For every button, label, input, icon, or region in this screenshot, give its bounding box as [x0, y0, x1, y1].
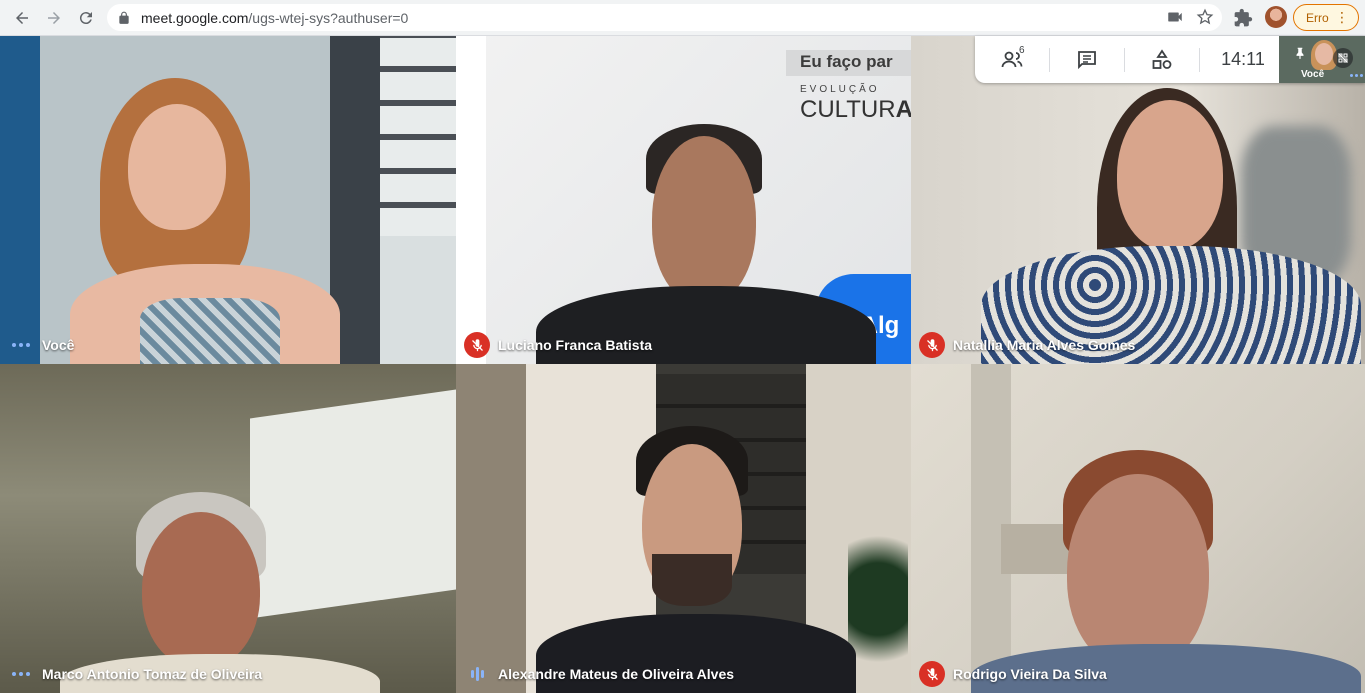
participant-label: Luciano Franca Batista: [464, 332, 652, 358]
participant-name: Rodrigo Vieira Da Silva: [953, 666, 1107, 682]
participant-name: Alexandre Mateus de Oliveira Alves: [498, 666, 735, 682]
profile-avatar[interactable]: [1265, 6, 1287, 28]
participant-tile[interactable]: Rodrigo Vieira Da Silva: [911, 364, 1365, 693]
backdrop-brand-text: CULTURAL: [800, 96, 911, 123]
reload-icon: [79, 12, 92, 25]
profile-error-label: Erro: [1306, 10, 1329, 25]
speaking-dots-icon: [8, 332, 34, 358]
participant-tile[interactable]: Você: [0, 36, 456, 364]
backdrop-banner-text: Eu faço par: [800, 52, 893, 71]
speaking-bars-icon: [464, 661, 490, 687]
participant-name: Marco Antonio Tomaz de Oliveira: [42, 666, 263, 682]
self-view-label: Você: [1301, 69, 1325, 80]
back-button[interactable]: [6, 2, 38, 34]
participant-name: Você: [42, 337, 75, 353]
meeting-clock: 14:11: [1221, 49, 1265, 69]
participant-label: Rodrigo Vieira Da Silva: [919, 661, 1107, 687]
activities-button[interactable]: [1125, 36, 1199, 83]
participant-label: Natallia Maria Alves Gomes: [919, 332, 1135, 358]
video-grid: Você Eu faço par EVOLUÇÃO CULTURAL iAlg …: [0, 36, 1365, 693]
browser-toolbar: meet.google.com/ugs-wtej-sys?authuser=0 …: [0, 0, 1365, 36]
participant-tile[interactable]: Marco Antonio Tomaz de Oliveira: [0, 364, 456, 693]
participant-label: Você: [8, 332, 74, 358]
url-host: meet.google.com: [141, 9, 249, 26]
participant-label: Alexandre Mateus de Oliveira Alves: [464, 661, 734, 687]
participant-tile[interactable]: Eu faço par EVOLUÇÃO CULTURAL iAlg Lucia…: [456, 36, 911, 364]
participant-name: Luciano Franca Batista: [498, 337, 653, 353]
backdrop-sub-text: EVOLUÇÃO: [800, 84, 880, 95]
chat-button[interactable]: [1050, 36, 1124, 83]
url-path: /ugs-wtej-sys?authuser=0: [248, 9, 409, 26]
puzzle-icon[interactable]: [1233, 8, 1253, 28]
participant-tile[interactable]: Alexandre Mateus de Oliveira Alves: [456, 364, 911, 693]
more-vert-icon: ⋮: [1335, 9, 1349, 25]
pin-icon[interactable]: [1293, 46, 1307, 60]
reload-button[interactable]: [70, 2, 102, 34]
people-button[interactable]: 6: [975, 36, 1049, 83]
meeting-info-bar: 6 14:11 Você: [975, 36, 1365, 83]
participant-tile[interactable]: Natallia Maria Alves Gomes: [911, 36, 1365, 364]
forward-button[interactable]: [38, 2, 70, 34]
participant-name: Natallia Maria Alves Gomes: [953, 337, 1136, 353]
shapes-icon: [1152, 48, 1172, 69]
camera-icon[interactable]: [1166, 8, 1184, 26]
speaking-dots-icon: [1350, 74, 1363, 77]
grid-off-icon[interactable]: [1333, 48, 1353, 68]
self-view-thumbnail[interactable]: Você: [1279, 36, 1365, 83]
self-view-face: [1315, 43, 1333, 65]
profile-error-button[interactable]: Erro ⋮: [1293, 4, 1359, 31]
participant-label: Marco Antonio Tomaz de Oliveira: [8, 661, 262, 687]
mic-off-icon: [464, 332, 490, 358]
speaking-dots-icon: [8, 661, 34, 687]
arrow-right-icon: [48, 12, 60, 24]
lock-icon: [119, 11, 129, 24]
star-icon[interactable]: [1196, 8, 1214, 26]
mic-off-icon: [919, 661, 945, 687]
mic-off-icon: [919, 332, 945, 358]
participant-count: 6: [1019, 45, 1025, 56]
arrow-left-icon: [16, 12, 28, 24]
chat-icon: [1078, 50, 1096, 69]
address-bar[interactable]: meet.google.com/ugs-wtej-sys?authuser=0: [107, 4, 1222, 31]
